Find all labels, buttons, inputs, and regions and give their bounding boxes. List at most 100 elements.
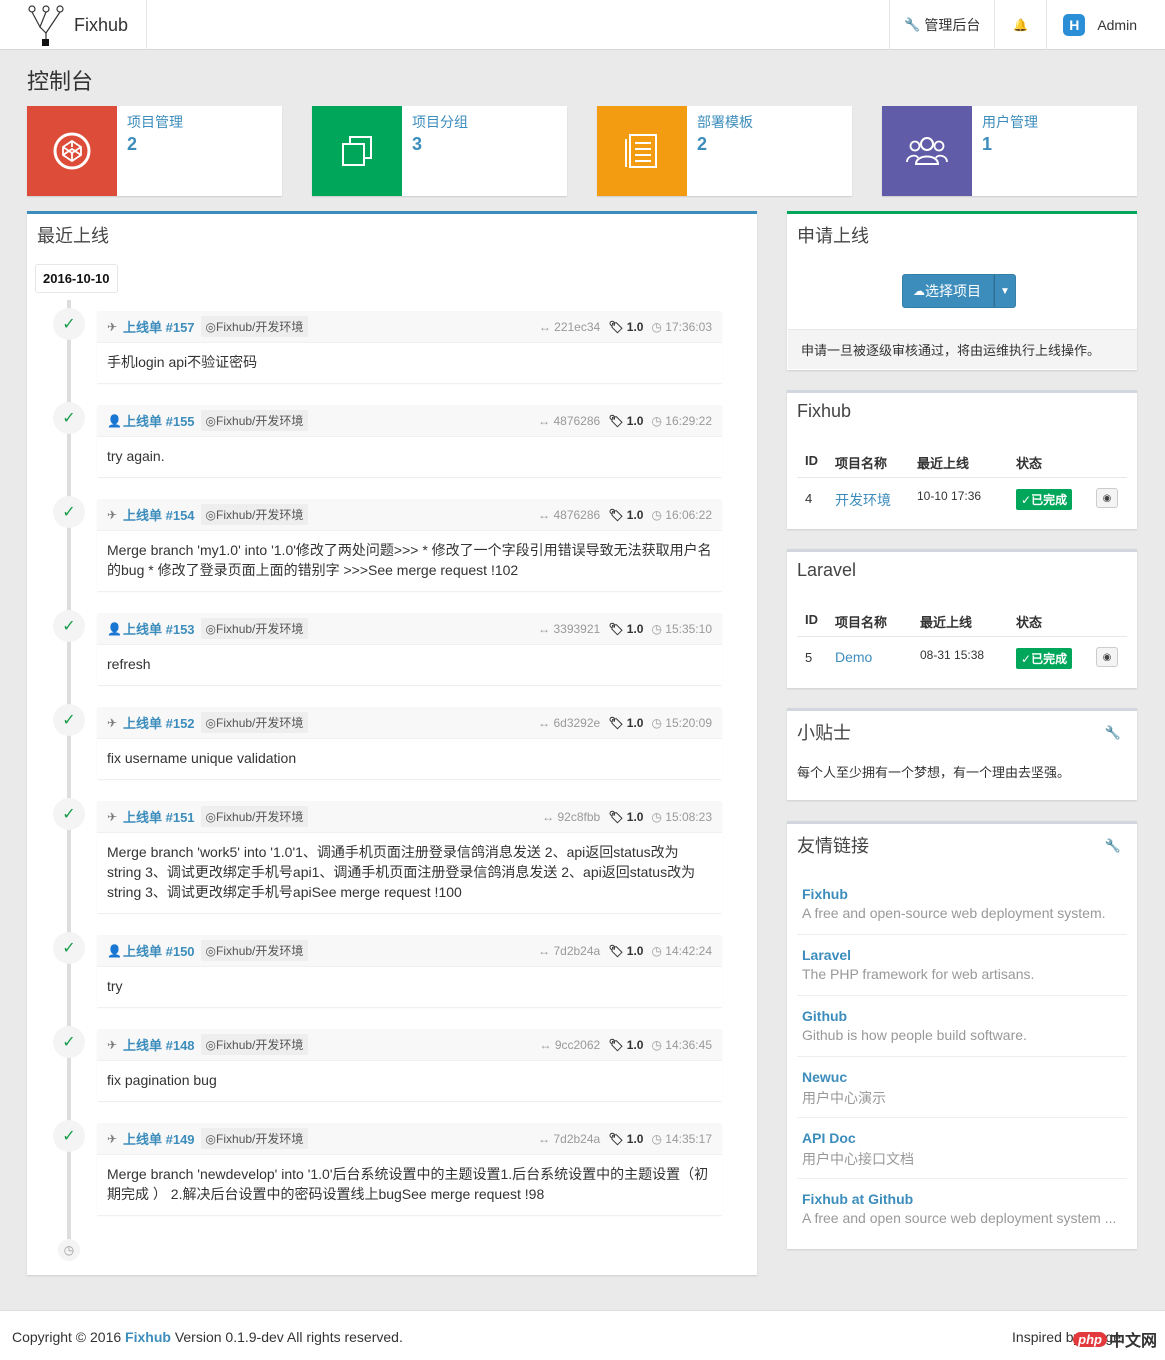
user-name: Admin — [1097, 17, 1137, 33]
footer: Copyright © 2016 Fixhub Version 0.1.9-de… — [0, 1310, 1165, 1360]
column-header: 状态 — [1016, 456, 1043, 471]
ticket-link[interactable]: 上线单 #152 — [123, 713, 195, 732]
brand[interactable]: Fixhub — [0, 0, 147, 50]
check-icon: ✓ — [53, 932, 85, 964]
deployment-card: ✈ 上线单 #152 ◎Fixhub/开发环境 ↔ 6d3292e 🏷 1.0 ◷ 15:… — [97, 707, 722, 779]
commit-hash: ↔ 92c8fbb — [542, 809, 601, 824]
watermark-logo: php 中文网 — [1073, 1327, 1157, 1351]
info-box-projects[interactable]: 项目管理 2 — [27, 106, 282, 196]
panel-title: Laravel — [797, 560, 857, 580]
ticket-link[interactable]: 上线单 #155 — [123, 411, 195, 430]
friend-link-name[interactable]: Newuc — [802, 1069, 1127, 1085]
globe-icon[interactable]: ◉ — [1096, 647, 1118, 667]
ticket-link[interactable]: 上线单 #151 — [123, 807, 195, 826]
commit-hash: ↔ 6d3292e — [538, 715, 601, 730]
ticket-link[interactable]: 上线单 #150 — [123, 941, 195, 960]
friend-link-name[interactable]: Fixhub — [802, 886, 1127, 902]
deploy-time: ◷ 16:29:22 — [651, 413, 712, 428]
info-number: 1 — [982, 134, 993, 154]
commit-hash: ↔ 221ec34 — [538, 319, 601, 334]
info-box-groups[interactable]: 项目分组 3 — [312, 106, 567, 196]
paper-plane-icon: ✈ — [107, 507, 118, 522]
timeline-line — [67, 300, 71, 1245]
tip-text: 每个人至少拥有一个梦想，有一个理由去坚强。 — [797, 765, 1071, 780]
friend-link-name[interactable]: Github — [802, 1008, 1127, 1024]
deploy-time: ◷ 16:06:22 — [651, 507, 712, 522]
deployment-card: ✈ 上线单 #154 ◎Fixhub/开发环境 ↔ 4876286 🏷 1.0 ◷ 16:… — [97, 499, 722, 591]
notifications-button[interactable]: 🔔 — [994, 0, 1046, 50]
column-header: 项目名称 — [835, 456, 888, 471]
friend-link-item[interactable]: Fixhub at Github A free and open source w… — [802, 1191, 1127, 1226]
friend-link-desc: 用户中心接口文档 — [802, 1151, 914, 1167]
panel-title: 小贴士 — [797, 723, 851, 743]
wrench-icon[interactable]: 🔧 — [1105, 838, 1121, 854]
ticket-link[interactable]: 上线单 #149 — [123, 1129, 195, 1148]
deploy-time: ◷ 15:08:23 — [651, 809, 712, 824]
paper-plane-icon: ✈ — [107, 1037, 118, 1052]
clock-icon: ◷ — [58, 1239, 80, 1261]
deployment-card: 👤 上线单 #155 ◎Fixhub/开发环境 ↔ 4876286 🏷 1.0 ◷ 16:… — [97, 405, 722, 477]
friend-link-item[interactable]: Fixhub A free and open-source web deploym… — [802, 886, 1127, 921]
friend-link-name[interactable]: API Doc — [802, 1130, 1127, 1146]
environment-badge: ◎Fixhub/开发环境 — [200, 1034, 309, 1055]
version-tag: 🏷 1.0 — [608, 1131, 644, 1146]
version-tag: 🏷 1.0 — [608, 715, 644, 730]
commit-hash: ↔ 7d2b24a — [538, 1131, 601, 1146]
brand-name: Fixhub — [74, 14, 129, 35]
deploy-time: ◷ 15:20:09 — [651, 715, 712, 730]
caret-down-icon[interactable]: ▼ — [994, 274, 1016, 308]
environment-badge: ◎Fixhub/开发环境 — [200, 1128, 309, 1149]
info-label: 部署模板 — [697, 114, 753, 130]
user-menu[interactable]: H Admin — [1046, 0, 1165, 50]
deployment-card: 👤 上线单 #153 ◎Fixhub/开发环境 ↔ 3393921 🏷 1.0 ◷ 15:… — [97, 613, 722, 685]
friend-link-name[interactable]: Fixhub at Github — [802, 1191, 1127, 1207]
project-id: 5 — [805, 650, 813, 665]
select-project-dropdown[interactable]: ☁ 选择项目 ▼ — [902, 274, 1016, 308]
panel-title: 友情链接 — [797, 836, 869, 856]
check-icon: ✓ — [53, 402, 85, 434]
friend-link-desc: The PHP framework for web artisans. — [802, 966, 1035, 982]
commit-message: 手机login api不验证密码 — [97, 343, 722, 383]
ticket-link[interactable]: 上线单 #154 — [123, 505, 195, 524]
friend-link-item[interactable]: API Doc 用户中心接口文档 — [802, 1130, 1127, 1169]
deployment-card: ✈ 上线单 #149 ◎Fixhub/开发环境 ↔ 7d2b24a 🏷 1.0 ◷ 14:… — [97, 1123, 722, 1215]
wrench-icon[interactable]: 🔧 — [1105, 725, 1121, 741]
column-header: 项目名称 — [835, 615, 888, 630]
commit-message: try — [97, 967, 722, 1007]
panel-title: 申请上线 — [797, 226, 869, 246]
commit-message: fix pagination bug — [97, 1061, 722, 1101]
footer-brand-link[interactable]: Fixhub — [125, 1329, 171, 1345]
select-project-button[interactable]: ☁ 选择项目 — [902, 274, 994, 308]
ticket-link[interactable]: 上线单 #153 — [123, 619, 195, 638]
admin-panel-link[interactable]: 🔧 管理后台 — [889, 0, 994, 50]
friend-link-name[interactable]: Laravel — [802, 947, 1127, 963]
paper-plane-icon: ✈ — [107, 715, 118, 730]
friend-link-item[interactable]: Github Github is how people build softwar… — [802, 1008, 1127, 1043]
project-name-link[interactable]: Demo — [835, 649, 872, 665]
page-title: 控制台 — [27, 69, 94, 94]
user-icon: 👤 — [107, 621, 122, 636]
info-box-users[interactable]: 用户管理 1 — [882, 106, 1137, 196]
friend-link-item[interactable]: Laravel The PHP framework for web artisan… — [802, 947, 1127, 982]
column-header: 状态 — [1016, 615, 1043, 630]
info-box-templates[interactable]: 部署模板 2 — [597, 106, 852, 196]
project-name-link[interactable]: 开发环境 — [835, 490, 891, 510]
column-header: 最近上线 — [920, 615, 973, 630]
commit-message: refresh — [97, 645, 722, 685]
friend-link-item[interactable]: Newuc 用户中心演示 — [802, 1069, 1127, 1108]
check-icon: ✓ — [53, 704, 85, 736]
divider — [797, 1117, 1127, 1118]
column-header: 最近上线 — [917, 456, 970, 471]
ticket-link[interactable]: 上线单 #148 — [123, 1035, 195, 1054]
globe-icon[interactable]: ◉ — [1096, 488, 1118, 508]
commit-hash: ↔ 9cc2062 — [539, 1037, 601, 1052]
ticket-link[interactable]: 上线单 #157 — [123, 317, 195, 336]
status-badge: ✓已完成 — [1016, 489, 1073, 510]
deployment-card: 👤 上线单 #150 ◎Fixhub/开发环境 ↔ 7d2b24a 🏷 1.0 ◷ 14:… — [97, 935, 722, 1007]
commit-message: Merge branch 'newdevelop' into '1.0'后台系统… — [97, 1155, 722, 1215]
info-number: 2 — [697, 134, 708, 154]
wrench-icon: 🔧 — [904, 17, 921, 32]
info-number: 2 — [127, 134, 138, 154]
version-tag: 🏷 1.0 — [608, 319, 644, 334]
deployment-card: ✈ 上线单 #151 ◎Fixhub/开发环境 ↔ 92c8fbb 🏷 1.0 ◷ 15:… — [97, 801, 722, 913]
